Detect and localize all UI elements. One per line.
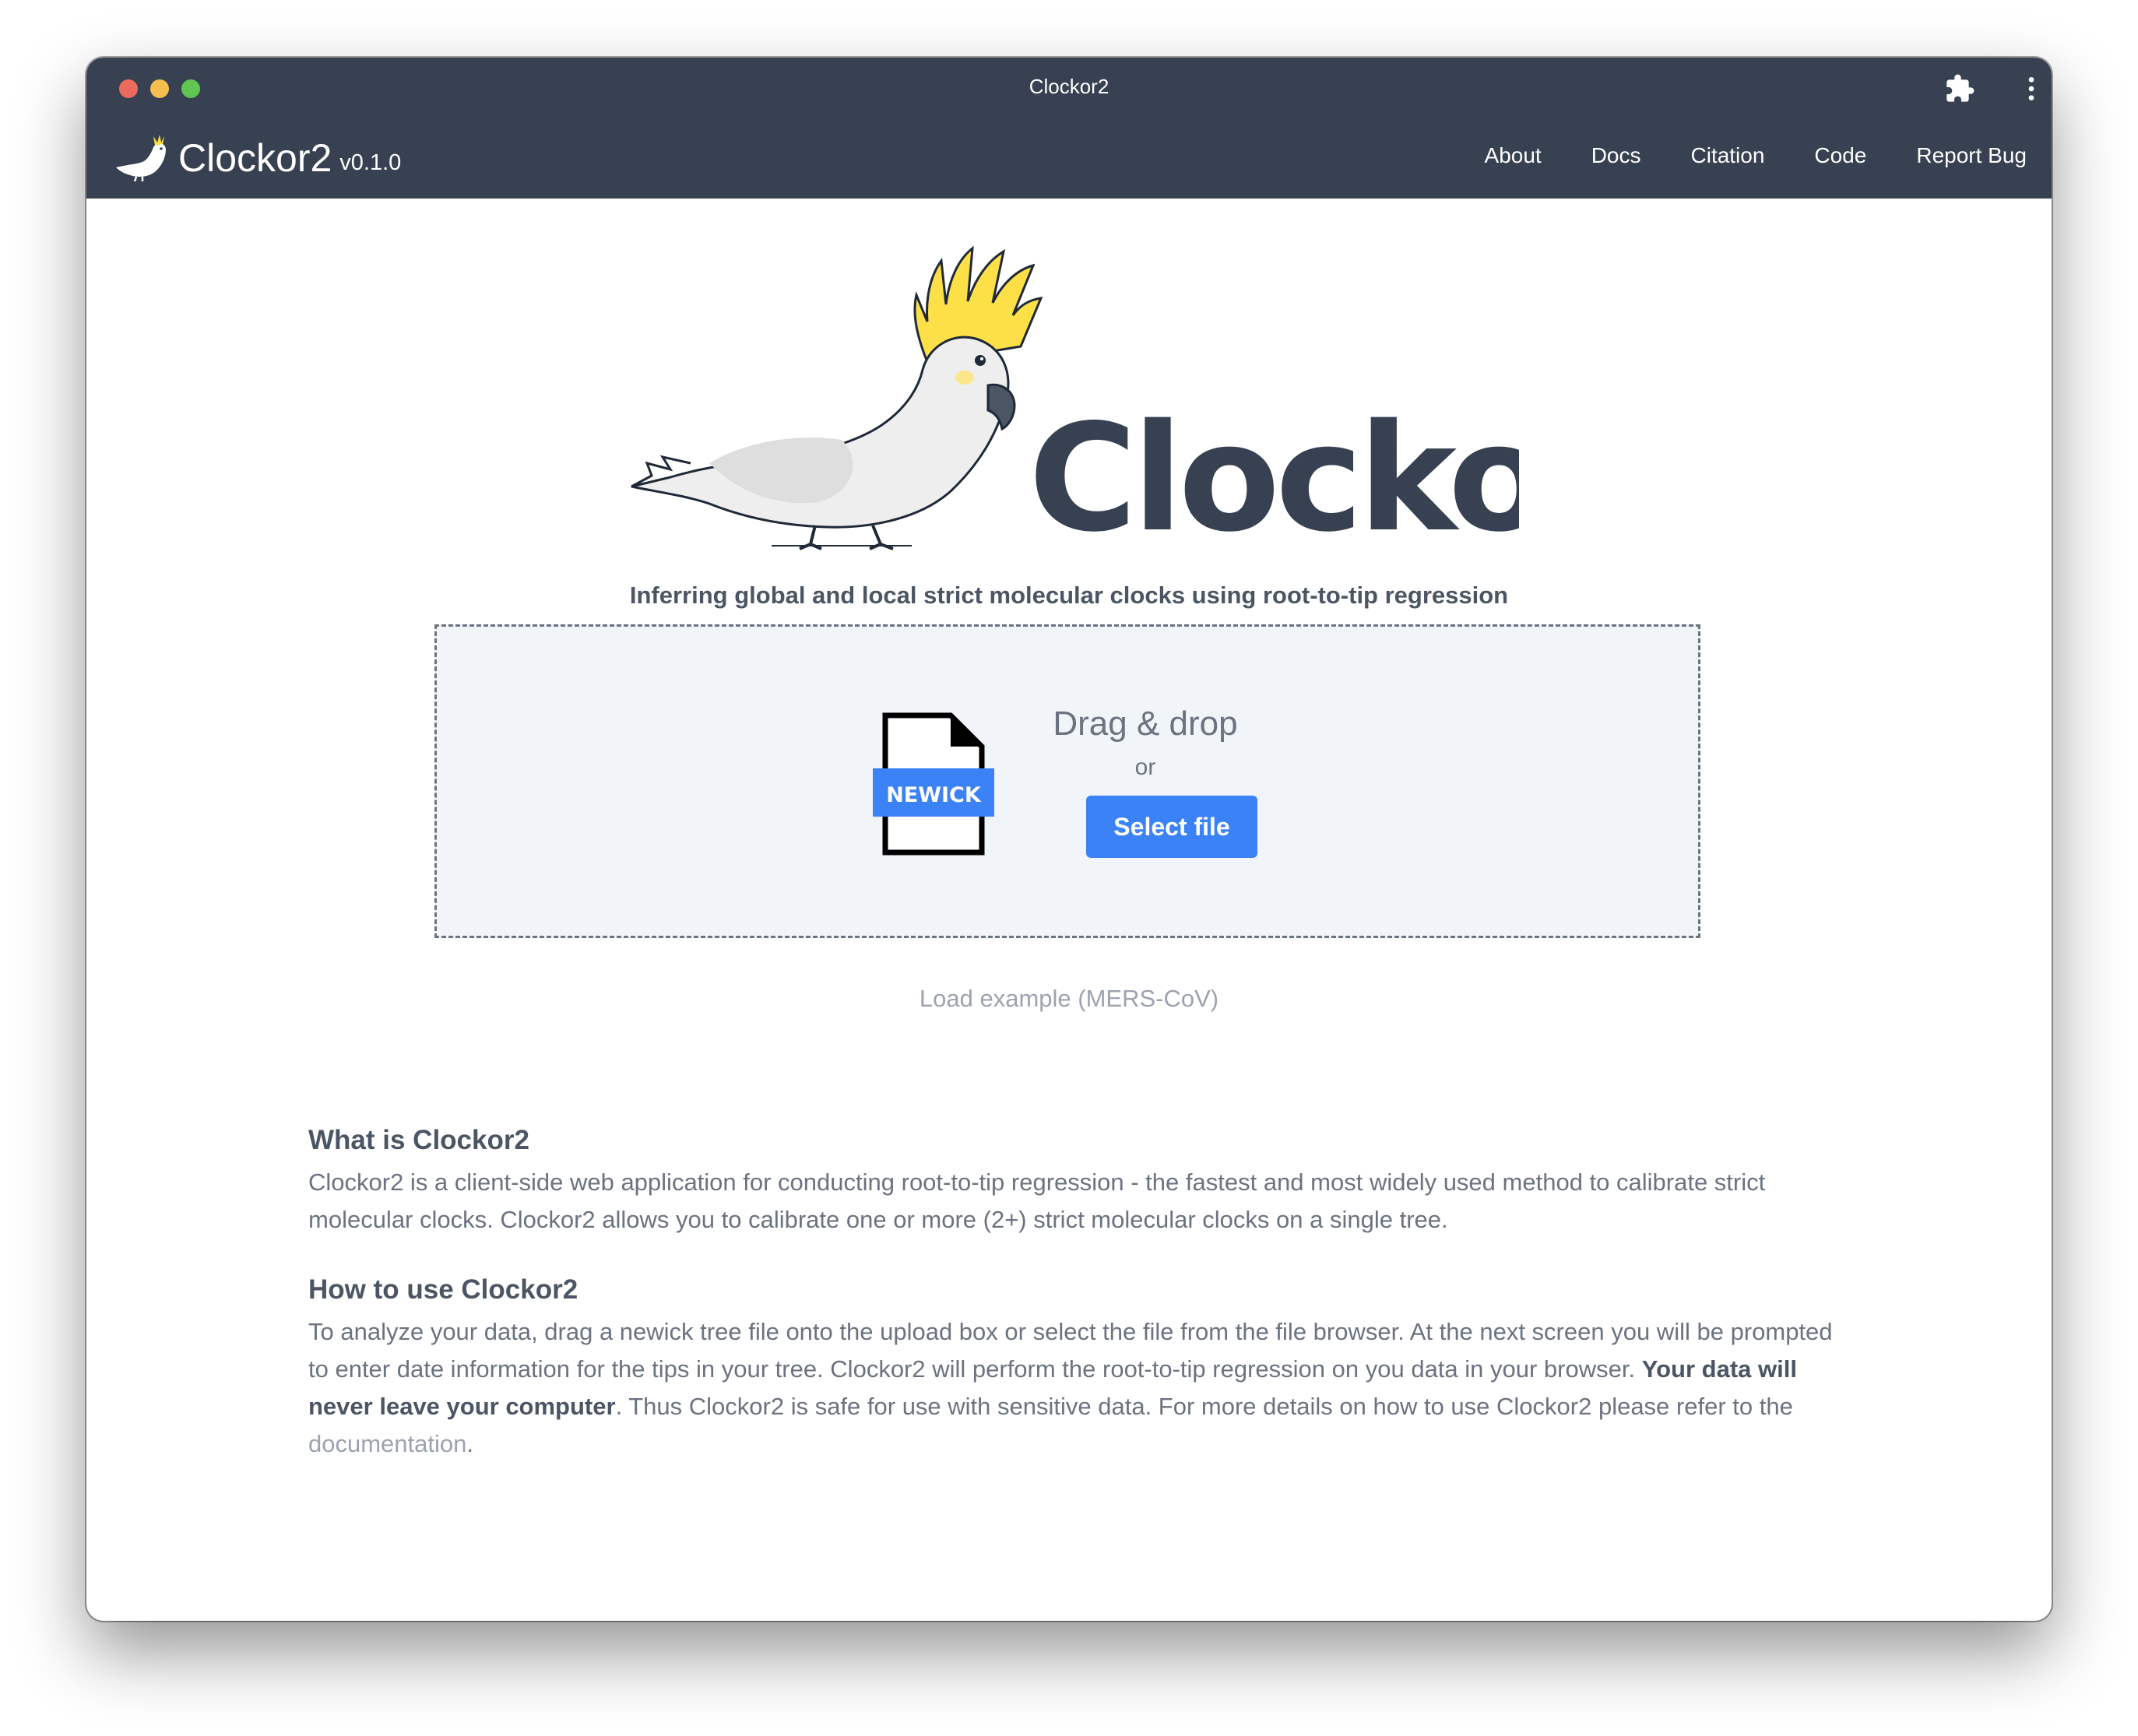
window-title: Clockor2 (1029, 75, 1109, 98)
howto-section: How to use Clockor2 To analyze your data… (308, 1274, 1834, 1463)
load-example-link[interactable]: Load example (MERS-CoV) (86, 985, 2052, 1013)
browser-window: Clockor2 Clockor2 v0.1.0 About Docs Cita… (86, 58, 2052, 1621)
howto-heading: How to use Clockor2 (308, 1274, 578, 1305)
about-section: What is Clockor2 Clockor2 is a client-si… (308, 1125, 1834, 1239)
newick-file-icon: NEWICK (873, 712, 994, 856)
documentation-link[interactable]: documentation (308, 1430, 466, 1457)
nav-code-link[interactable]: Code (1814, 143, 1866, 168)
or-text: or (1134, 754, 1156, 780)
select-file-button[interactable]: Select file (1086, 796, 1257, 858)
file-dropzone[interactable]: NEWICK Drag & drop or Select file (434, 624, 1700, 938)
about-body: Clockor2 is a client-side web applicatio… (308, 1168, 1766, 1233)
tagline: Inferring global and local strict molecu… (629, 582, 1509, 609)
howto-text-part1: To analyze your data, drag a newick tree… (308, 1318, 1833, 1383)
nav-docs-link[interactable]: Docs (1591, 143, 1641, 168)
nav-citation-link[interactable]: Citation (1690, 143, 1764, 168)
howto-text-part2: . Thus Clockor2 is safe for use with sen… (615, 1393, 1793, 1420)
brand[interactable]: Clockor2 v0.1.0 (114, 131, 401, 185)
howto-text-end: . (466, 1430, 473, 1457)
howto-body: To analyze your data, drag a newick tree… (308, 1313, 1834, 1463)
more-vert-icon[interactable] (2016, 73, 2047, 104)
hero-logo-text: Clockor2 (1029, 392, 1519, 557)
main-content: Clockor2 Inferring global and local stri… (86, 199, 2052, 1621)
extensions-icon[interactable] (1944, 73, 1975, 104)
about-heading: What is Clockor2 (308, 1125, 529, 1155)
version-label: v0.1.0 (339, 149, 402, 175)
drag-drop-text: Drag & drop (1053, 705, 1238, 743)
cockatoo-logo-icon (116, 135, 166, 182)
brand-name: Clockor2 (178, 136, 332, 180)
file-badge-label: NEWICK (886, 783, 982, 807)
nav-report-bug-link[interactable]: Report Bug (1916, 143, 2027, 168)
title-bar: Clockor2 (86, 58, 2052, 120)
clockor2-hero-logo: Clockor2 (631, 245, 1519, 557)
nav-about-link[interactable]: About (1485, 143, 1542, 168)
nav-links: About Docs Citation Code Report Bug (1435, 143, 2027, 168)
navbar: Clockor2 v0.1.0 About Docs Citation Code… (86, 120, 2052, 199)
